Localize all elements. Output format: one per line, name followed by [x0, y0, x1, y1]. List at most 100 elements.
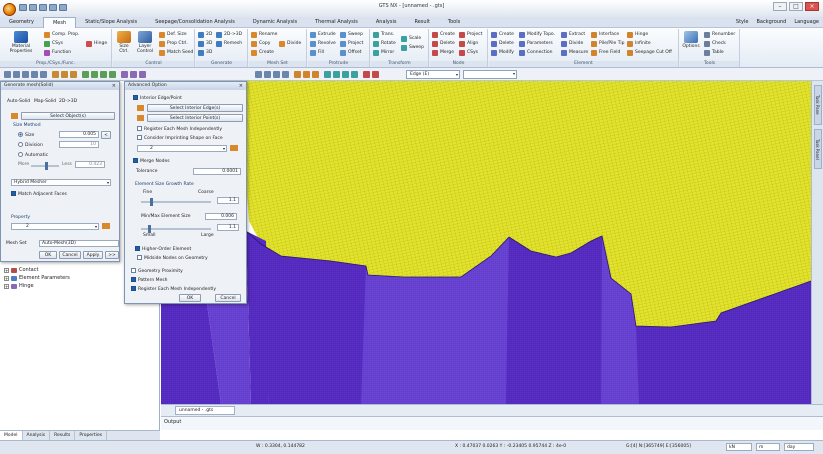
register-each2-checkbox[interactable]: Register Each Mesh Independently	[131, 286, 216, 292]
slider-thumb[interactable]	[148, 225, 151, 233]
select-interior-edges-button[interactable]: Select Interior Edge(s)	[147, 104, 243, 112]
def-size-button[interactable]: Def. Size	[159, 31, 187, 38]
cancel-button[interactable]: Cancel	[59, 251, 81, 259]
property-select[interactable]: 2 ▾	[11, 223, 99, 230]
division-input[interactable]: 10	[59, 141, 99, 148]
slider-thumb[interactable]	[45, 162, 48, 170]
hinge-button[interactable]: Hinge	[86, 40, 107, 47]
merge-node-button[interactable]: Merge	[432, 49, 454, 56]
wireframe-icon[interactable]	[61, 71, 68, 78]
auto-2d-button[interactable]: 2D	[198, 31, 212, 38]
top-view-icon[interactable]	[91, 71, 98, 78]
density-slider[interactable]	[31, 162, 59, 170]
size-radio[interactable]: Size	[18, 132, 34, 138]
task-panel-tab[interactable]: Task Panel	[814, 129, 822, 169]
face-icon[interactable]	[342, 71, 349, 78]
revolve-button[interactable]: Revolve	[310, 40, 336, 47]
minmax-ratio-input[interactable]: 1.1	[217, 224, 239, 231]
select-all-icon[interactable]	[282, 71, 289, 78]
mesh-model-view[interactable]	[161, 81, 811, 404]
apply-button[interactable]: Apply	[83, 251, 103, 259]
copy-button[interactable]: Copy	[251, 40, 270, 47]
grid-icon[interactable]	[303, 71, 310, 78]
higher-order-checkbox[interactable]: Higher-Order Element	[135, 246, 191, 252]
layer-control-button[interactable]: Layer Control	[135, 31, 155, 54]
parameters-button[interactable]: Parameters	[519, 40, 553, 47]
tab-auto-solid[interactable]: Auto-Solid	[7, 99, 30, 104]
style-menu[interactable]: Style	[736, 19, 749, 25]
table-button[interactable]: Table	[704, 49, 724, 56]
measure-button[interactable]: Measure	[561, 49, 588, 56]
modify-topo-button[interactable]: Modify Topo.	[519, 31, 555, 38]
property-new-icon[interactable]	[102, 223, 110, 231]
imprint-new-icon[interactable]	[230, 145, 238, 153]
delete-element-button[interactable]: Delete	[491, 40, 514, 47]
csys-button[interactable]: CSys	[44, 40, 63, 47]
secondary-filter-combo[interactable]: ▾	[463, 70, 517, 79]
function-button[interactable]: Function	[44, 49, 71, 56]
show-icon[interactable]	[121, 71, 128, 78]
scale-button[interactable]: Scale	[401, 35, 421, 42]
create-node-button[interactable]: Create	[432, 31, 455, 38]
minmax-slider[interactable]	[141, 225, 211, 233]
rename-button[interactable]: Rename	[251, 31, 277, 38]
connection-button[interactable]: Connection	[519, 49, 552, 56]
extract-button[interactable]: Extract	[561, 31, 585, 38]
shading-icon[interactable]	[52, 71, 59, 78]
background-menu[interactable]: Background	[756, 19, 786, 25]
midside-nodes-checkbox[interactable]: Midside Nodes on Geometry	[137, 255, 208, 261]
pan-icon[interactable]	[4, 71, 11, 78]
cancel-button[interactable]: Cancel	[215, 294, 241, 302]
solid-icon[interactable]	[351, 71, 358, 78]
project-button[interactable]: Project	[340, 40, 363, 47]
tree-item-hinge[interactable]: + Hinge	[4, 283, 34, 289]
length-unit-select[interactable]: m	[756, 443, 780, 451]
tab-model[interactable]: Model	[0, 431, 23, 440]
infinite-button[interactable]: Infinite	[627, 40, 651, 47]
imprint-select[interactable]: 2 ▾	[137, 145, 227, 152]
auto-3d-button[interactable]: 3D	[198, 40, 212, 47]
menu-tab-result[interactable]: Result	[405, 17, 438, 28]
divide-meshset-button[interactable]: Divide	[279, 40, 301, 47]
tolerance-input[interactable]: 0.0001	[193, 168, 241, 175]
force-unit-select[interactable]: kN	[726, 443, 752, 451]
language-menu[interactable]: Language	[794, 19, 819, 25]
check-button[interactable]: Check	[704, 40, 726, 47]
material-properties-button[interactable]: Material Properties	[3, 31, 39, 54]
size-pick-button[interactable]: <	[101, 131, 111, 139]
automatic-radio[interactable]: Automatic	[18, 152, 48, 158]
select-arrow-icon[interactable]	[11, 113, 18, 121]
menu-tab-static-slope-analysis[interactable]: Static/Slope Analysis	[76, 17, 146, 28]
slider-thumb[interactable]	[150, 198, 153, 206]
ok-button[interactable]: OK	[179, 294, 201, 302]
ruler-icon[interactable]	[312, 71, 319, 78]
task-pane-tab[interactable]: Task Pane	[814, 85, 822, 125]
register-each-checkbox[interactable]: Register Each Mesh Independently	[137, 126, 222, 132]
show-all-icon[interactable]	[139, 71, 146, 78]
renumber-button[interactable]: Renumber	[704, 31, 735, 38]
front-view-icon[interactable]	[82, 71, 89, 78]
more-options-button[interactable]: >>	[105, 251, 119, 259]
close-icon[interactable]: ×	[239, 82, 243, 90]
pile-tip-button[interactable]: Pile/Pile Tip	[591, 40, 624, 47]
close-icon[interactable]: ×	[805, 2, 819, 11]
mesh-set-input[interactable]: Auto-Mesh(3D)	[39, 240, 119, 247]
match-seed-button[interactable]: Match Seed	[159, 49, 193, 56]
tab-analysis[interactable]: Analysis	[23, 431, 51, 440]
seepage-cut-off-button[interactable]: Seepage Cut Off	[627, 49, 672, 56]
menu-tab-geometry[interactable]: Geometry	[0, 17, 43, 28]
growth-rate-input[interactable]: 1.1	[217, 197, 239, 204]
ok-button[interactable]: OK	[39, 251, 57, 259]
maximize-icon[interactable]: □	[789, 2, 803, 11]
free-field-button[interactable]: Free Field	[591, 49, 620, 56]
create-meshset-button[interactable]: Create	[251, 49, 274, 56]
menu-tab-tools[interactable]: Tools	[439, 17, 469, 28]
growth-rate-slider[interactable]	[141, 198, 211, 206]
menu-tab-thermal-analysis[interactable]: Thermal Analysis	[306, 17, 367, 28]
hidden-line-icon[interactable]	[70, 71, 77, 78]
size-input[interactable]: 0.005	[59, 131, 99, 138]
select-icon[interactable]	[255, 71, 262, 78]
size-ctrl-button[interactable]: Size Ctrl.	[116, 31, 132, 54]
tab-map-solid[interactable]: Map-Solid	[34, 99, 56, 104]
zoom-icon[interactable]	[22, 71, 29, 78]
